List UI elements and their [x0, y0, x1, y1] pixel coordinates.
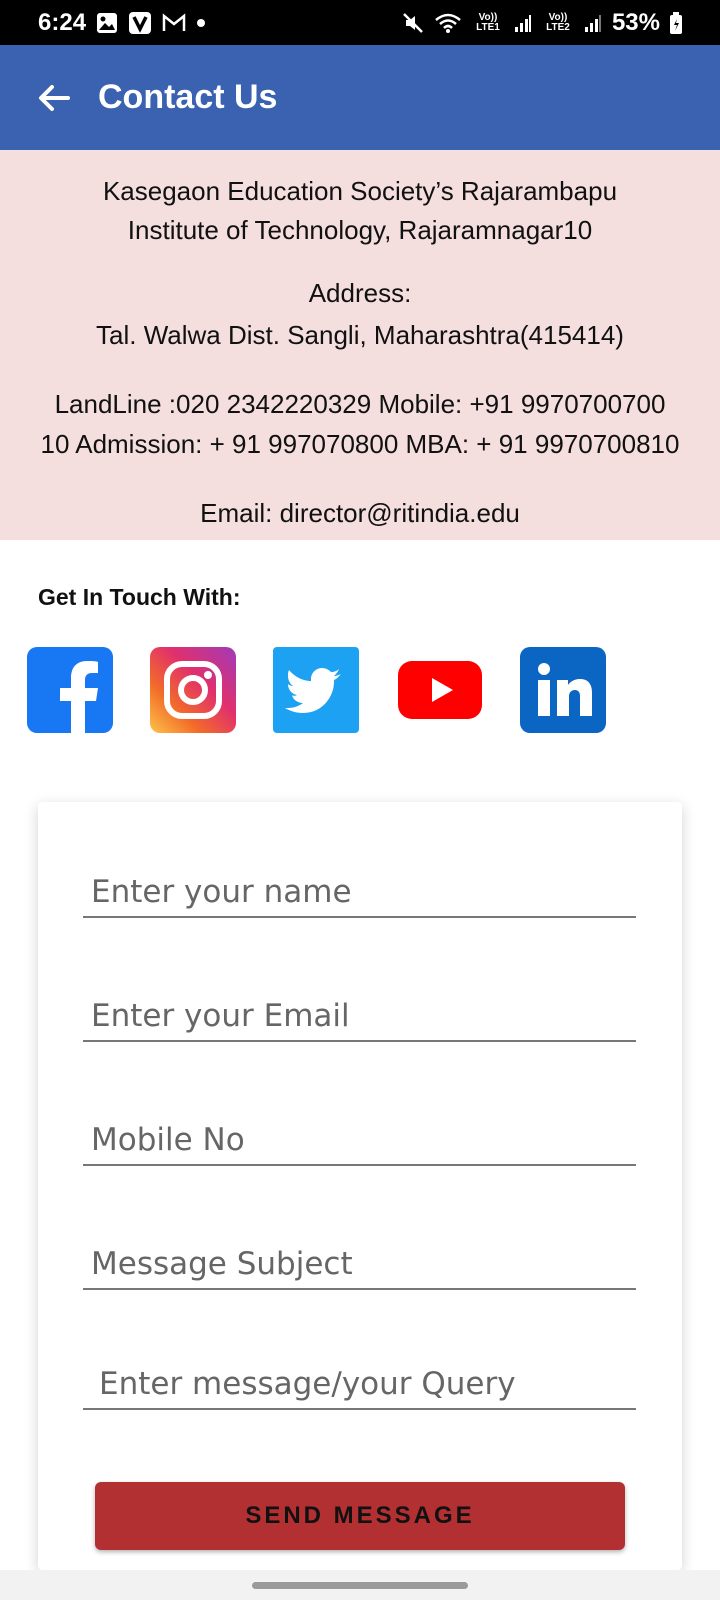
wifi-icon [434, 12, 462, 34]
dot-icon [196, 18, 206, 28]
app-bar: Contact Us [0, 45, 720, 150]
phone-numbers: LandLine :020 2342220329 Mobile: +91 997… [0, 384, 720, 464]
main-content: Get In Touch With: SEND MESSAGE [0, 540, 720, 1570]
subject-field[interactable] [83, 1240, 636, 1290]
gallery-icon [96, 12, 118, 34]
status-time: 6:24 [38, 8, 87, 36]
page-title: Contact Us [98, 78, 278, 116]
facebook-icon[interactable] [27, 647, 113, 733]
signal-bars-1-icon [514, 13, 532, 33]
arrow-left-icon[interactable] [34, 78, 74, 118]
battery-icon [670, 11, 682, 34]
signal-bars-2-icon [584, 13, 602, 33]
home-gesture-handle[interactable] [252, 1582, 468, 1589]
signal-lte2-icon: Vo)) LTE2 [546, 11, 570, 33]
email-field[interactable] [83, 992, 636, 1042]
gmail-icon [162, 12, 186, 33]
social-heading: Get In Touch With: [38, 584, 241, 610]
email-text: Email: director@ritindia.edu [200, 498, 520, 528]
address-text: Tal. Walwa Dist. Sangli, Maharashtra(415… [96, 320, 624, 350]
send-message-button[interactable]: SEND MESSAGE [95, 1482, 625, 1550]
linkedin-icon[interactable] [520, 647, 606, 733]
mute-icon [402, 12, 424, 34]
v-app-icon [128, 11, 152, 35]
youtube-icon[interactable] [397, 647, 483, 733]
phone-line-1: LandLine :020 2342220329 Mobile: +91 997… [54, 389, 666, 419]
twitter-icon[interactable] [273, 647, 359, 733]
status-bar: 6:24 Vo)) LTE1 Vo)) LTE2 53% [0, 0, 720, 45]
phone-line-2: 10 Admission: + 91 997070800 MBA: + 91 9… [40, 429, 680, 459]
status-bar-right: Vo)) LTE1 Vo)) LTE2 53% [402, 9, 682, 37]
contact-info-panel: Kasegaon Education Society’s Rajarambapu… [0, 150, 720, 540]
mobile-field[interactable] [83, 1116, 636, 1166]
navigation-bar [0, 1570, 720, 1600]
address-heading: Address: [308, 278, 412, 308]
battery-percent: 53% [611, 8, 660, 36]
message-field[interactable] [83, 1360, 636, 1410]
name-field[interactable] [83, 868, 636, 918]
instagram-icon[interactable] [150, 647, 236, 733]
contact-form-card: SEND MESSAGE [38, 802, 682, 1570]
organization-name: Kasegaon Education Society’s Rajarambapu… [0, 172, 720, 250]
organization-line-2: Institute of Technology, Rajaramnagar10 [127, 215, 593, 245]
organization-line-1: Kasegaon Education Society’s Rajarambapu [102, 176, 618, 206]
status-bar-left: 6:24 [38, 9, 206, 37]
signal-lte1-icon: Vo)) LTE1 [476, 11, 500, 33]
